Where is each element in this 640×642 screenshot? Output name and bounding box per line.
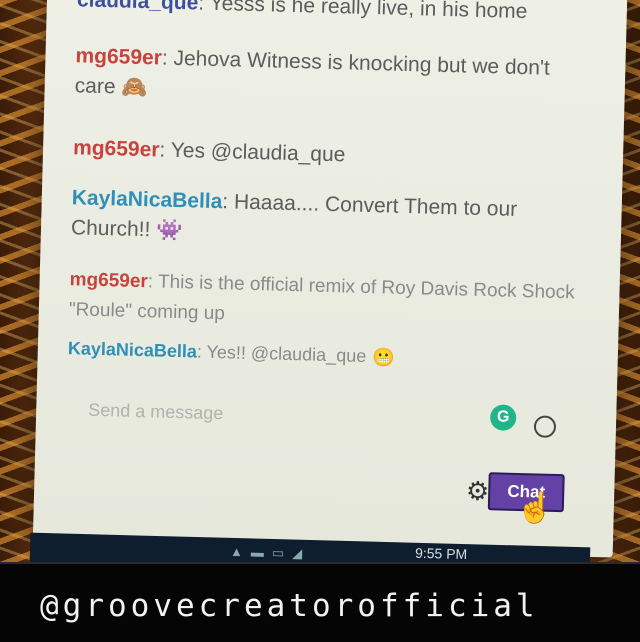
see-no-evil-monkey-icon: 🙈 <box>121 75 149 100</box>
chat-message: claudia_que: Yesss is he really live, in… <box>77 0 598 29</box>
taskbar-clock[interactable]: 9:55 PM <box>415 545 468 562</box>
chat-username[interactable]: mg659er <box>73 136 160 161</box>
system-tray-icons[interactable]: ▲▬▭◢ <box>230 544 311 562</box>
gear-icon[interactable]: ⚙ <box>466 476 490 508</box>
hand-cursor-icon: ☝ <box>516 490 555 525</box>
chat-message: mg659er: Jehova Witness is knocking but … <box>74 41 595 115</box>
emote-picker-icon[interactable] <box>533 415 557 438</box>
chat-username[interactable]: claudia_que <box>77 0 199 14</box>
chat-message: KaylaNicaBella: Yes!! @claudia_que 😬 <box>67 333 588 378</box>
chat-text: Yes!! @claudia_que <box>206 341 367 366</box>
grammarly-icon[interactable]: G <box>489 404 517 431</box>
chat-separator: : <box>222 190 235 214</box>
grimace-emote-icon: 😬 <box>371 347 395 368</box>
chat-message: mg659er: This is the official remix of R… <box>68 265 589 339</box>
chat-separator: : <box>198 0 210 15</box>
send-message-input[interactable] <box>85 395 471 434</box>
watermark-banner: @groovecreatorofficial <box>0 562 640 642</box>
chat-username[interactable]: mg659er <box>69 269 148 292</box>
chat-message: KaylaNicaBella: Haaaa.... Convert Them t… <box>71 183 592 257</box>
chat-username[interactable]: mg659er <box>75 44 162 69</box>
chat-separator: : <box>161 46 174 70</box>
green-alien-emote-icon: 👾 <box>156 218 183 243</box>
chat-text: Yes @claudia_que <box>170 138 346 167</box>
chat-username[interactable]: KaylaNicaBella <box>72 186 223 213</box>
chat-text: Yesss is he really live, in his home <box>209 0 528 24</box>
watermark-handle: @groovecreatorofficial <box>40 588 539 624</box>
chat-username[interactable]: KaylaNicaBella <box>68 338 198 361</box>
chat-composer: G <box>66 383 587 447</box>
chat-screen: claudia_que: Yesss is he really live, in… <box>32 0 628 558</box>
chat-message: mg659er: Yes @claudia_que <box>73 133 594 177</box>
chat-separator: : <box>159 138 172 162</box>
chat-separator: : <box>196 341 207 362</box>
